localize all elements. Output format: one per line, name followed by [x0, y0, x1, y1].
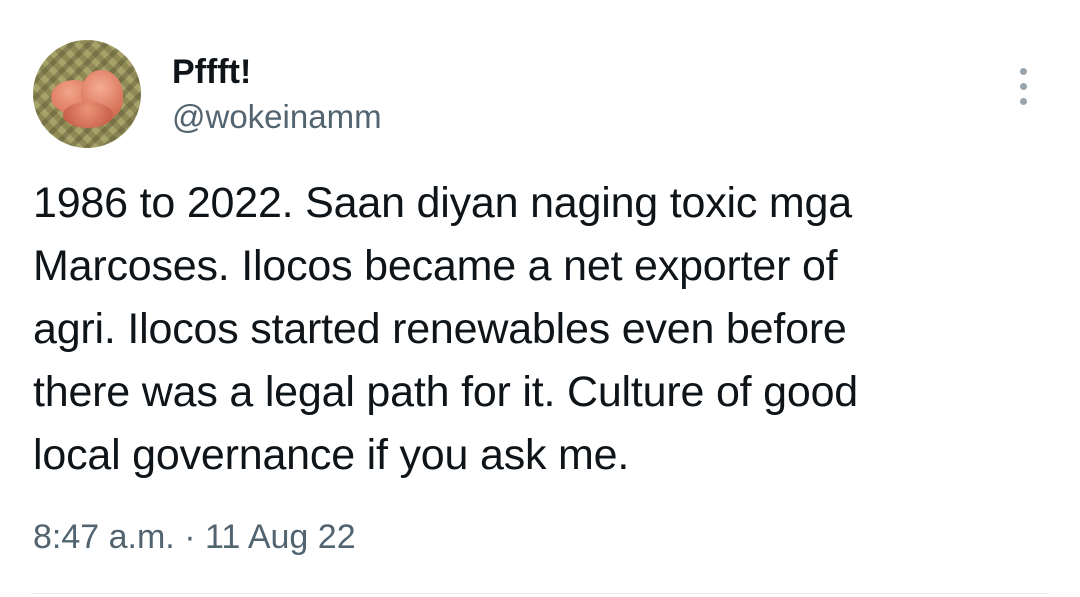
tweet-time: 8:47 a.m.: [33, 518, 175, 556]
more-dot: [1020, 83, 1027, 90]
timestamp-separator: ·: [184, 518, 196, 556]
tweet-text-line: local governance if you ask me.: [33, 431, 630, 479]
more-dot: [1020, 68, 1027, 75]
tweet-text: 1986 to 2022. Saan diyan naging toxic mg…: [33, 172, 1043, 487]
author-avatar[interactable]: [33, 40, 141, 148]
tweet-header: Pffft! @wokeinamm: [33, 40, 1043, 150]
avatar-figure-part: [63, 102, 113, 128]
tweet-timestamp[interactable]: 8:47 a.m. · 11 Aug 22: [33, 515, 356, 559]
tweet-date: 11 Aug 22: [204, 518, 356, 556]
tweet-text-line: Marcoses. Ilocos became a net exporter o…: [33, 242, 838, 290]
tweet-text-line: agri. Ilocos started renewables even bef…: [33, 305, 847, 353]
author-display-name[interactable]: Pffft!: [172, 52, 251, 92]
divider: [33, 593, 1047, 594]
tweet-card: Pffft! @wokeinamm 1986 to 2022. Saan diy…: [0, 0, 1080, 597]
more-options-icon[interactable]: [1009, 62, 1039, 112]
tweet-text-line: there was a legal path for it. Culture o…: [33, 368, 859, 416]
tweet-text-line: 1986 to 2022. Saan diyan naging toxic mg…: [33, 179, 852, 227]
author-handle[interactable]: @wokeinamm: [172, 97, 382, 137]
more-dot: [1020, 98, 1027, 105]
